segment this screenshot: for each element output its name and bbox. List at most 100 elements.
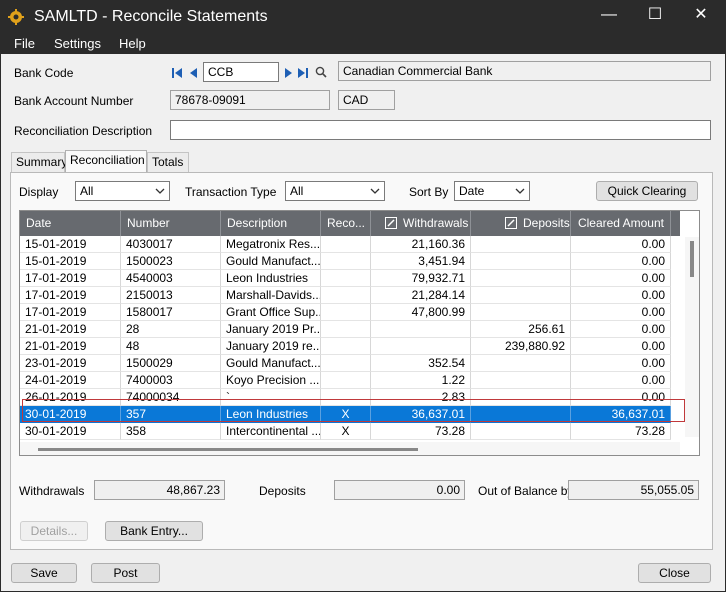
cell-deposits[interactable]: 256.61	[471, 321, 571, 338]
menu-help[interactable]: Help	[119, 36, 146, 51]
last-record-icon[interactable]	[298, 66, 308, 80]
display-select[interactable]: All	[75, 181, 170, 201]
cell-description[interactable]: Gould Manufact...	[221, 355, 321, 372]
cell-description[interactable]: Grant Office Sup...	[221, 304, 321, 321]
cell-cleared-amount[interactable]: 73.28	[571, 423, 671, 440]
horizontal-scrollbar[interactable]	[20, 442, 680, 455]
cell-withdrawals[interactable]: 73.28	[371, 423, 471, 440]
table-row[interactable]: 21-01-2019 28 January 2019 Pr... 256.61 0.00	[20, 321, 680, 338]
cell-date[interactable]: 17-01-2019	[20, 270, 121, 287]
cell-deposits[interactable]	[471, 355, 571, 372]
cell-deposits[interactable]	[471, 372, 571, 389]
cell-number[interactable]: 1500023	[121, 253, 221, 270]
cell-cleared-amount[interactable]: 0.00	[571, 338, 671, 355]
cell-withdrawals[interactable]: 1.22	[371, 372, 471, 389]
cell-deposits[interactable]	[471, 253, 571, 270]
table-row[interactable]: 23-01-2019 1500029 Gould Manufact... 352.54…	[20, 355, 680, 372]
table-row[interactable]: 17-01-2019 1580017 Grant Office Sup... 47,8…	[20, 304, 680, 321]
cell-date[interactable]: 21-01-2019	[20, 321, 121, 338]
vertical-scroll-thumb[interactable]	[690, 241, 694, 277]
quick-clearing-button[interactable]: Quick Clearing	[596, 181, 698, 201]
cell-withdrawals[interactable]: 47,800.99	[371, 304, 471, 321]
cell-cleared-amount[interactable]: 0.00	[571, 355, 671, 372]
cell-date[interactable]: 24-01-2019	[20, 372, 121, 389]
horizontal-scroll-thumb[interactable]	[38, 448, 418, 451]
menu-settings[interactable]: Settings	[54, 36, 101, 51]
column-header-date[interactable]: Date	[20, 211, 121, 236]
column-header-deposits[interactable]: Deposits	[471, 211, 571, 236]
cell-number[interactable]: 4030017	[121, 236, 221, 253]
edit-column-icon[interactable]	[505, 217, 517, 229]
table-row[interactable]: 17-01-2019 2150013 Marshall-Davids... 21,28…	[20, 287, 680, 304]
cell-description[interactable]: Marshall-Davids...	[221, 287, 321, 304]
cell-date[interactable]: 15-01-2019	[20, 253, 121, 270]
cell-number[interactable]: 2150013	[121, 287, 221, 304]
cell-number[interactable]: 48	[121, 338, 221, 355]
table-row[interactable]: 24-01-2019 7400003 Koyo Precision ... 1.22 0…	[20, 372, 680, 389]
table-row[interactable]: 15-01-2019 4030017 Megatronix Res... 21,160…	[20, 236, 680, 253]
post-button[interactable]: Post	[91, 563, 160, 583]
reconciliation-description-input[interactable]	[170, 120, 711, 140]
cell-reconciled[interactable]	[321, 304, 371, 321]
cell-reconciled[interactable]	[321, 372, 371, 389]
cell-description[interactable]: Koyo Precision ...	[221, 372, 321, 389]
table-row[interactable]: 30-01-2019 358 Intercontinental ... X 73.28 7…	[20, 423, 680, 440]
first-record-icon[interactable]	[172, 66, 182, 80]
column-header-description[interactable]: Description	[221, 211, 321, 236]
cell-number[interactable]: 28	[121, 321, 221, 338]
cell-withdrawals[interactable]: 21,160.36	[371, 236, 471, 253]
cell-description[interactable]: Gould Manufact...	[221, 253, 321, 270]
cell-number[interactable]: 7400003	[121, 372, 221, 389]
cell-date[interactable]: 17-01-2019	[20, 304, 121, 321]
cell-description[interactable]: January 2019 re...	[221, 338, 321, 355]
cell-reconciled[interactable]: X	[321, 423, 371, 440]
menu-file[interactable]: File	[14, 36, 35, 51]
column-header-reconciled[interactable]: Reco...	[321, 211, 371, 236]
bank-code-input[interactable]: CCB	[203, 62, 279, 82]
cell-date[interactable]: 17-01-2019	[20, 287, 121, 304]
cell-reconciled[interactable]	[321, 321, 371, 338]
table-row[interactable]: 17-01-2019 4540003 Leon Industries 79,932.7…	[20, 270, 680, 287]
cell-reconciled[interactable]	[321, 253, 371, 270]
cell-deposits[interactable]	[471, 423, 571, 440]
cell-reconciled[interactable]	[321, 236, 371, 253]
cell-cleared-amount[interactable]: 0.00	[571, 253, 671, 270]
cell-date[interactable]: 23-01-2019	[20, 355, 121, 372]
cell-reconciled[interactable]	[321, 338, 371, 355]
cell-reconciled[interactable]	[321, 287, 371, 304]
cell-reconciled[interactable]	[321, 355, 371, 372]
transaction-type-select[interactable]: All	[285, 181, 385, 201]
search-icon[interactable]	[315, 65, 327, 79]
tab-summary[interactable]: Summary	[11, 152, 67, 172]
cell-number[interactable]: 358	[121, 423, 221, 440]
tab-reconciliation[interactable]: Reconciliation	[65, 150, 147, 173]
cell-withdrawals[interactable]: 352.54	[371, 355, 471, 372]
bank-entry-button[interactable]: Bank Entry...	[105, 521, 203, 541]
cell-withdrawals[interactable]: 21,284.14	[371, 287, 471, 304]
details-button[interactable]: Details...	[20, 521, 88, 541]
cell-withdrawals[interactable]	[371, 338, 471, 355]
cell-number[interactable]: 1500029	[121, 355, 221, 372]
vertical-scrollbar[interactable]	[685, 237, 699, 437]
cell-deposits[interactable]	[471, 287, 571, 304]
cell-withdrawals[interactable]: 3,451.94	[371, 253, 471, 270]
cell-date[interactable]: 15-01-2019	[20, 236, 121, 253]
cell-cleared-amount[interactable]: 0.00	[571, 236, 671, 253]
cell-deposits[interactable]	[471, 270, 571, 287]
cell-number[interactable]: 1580017	[121, 304, 221, 321]
cell-cleared-amount[interactable]: 0.00	[571, 287, 671, 304]
table-row[interactable]: 15-01-2019 1500023 Gould Manufact... 3,451.…	[20, 253, 680, 270]
cell-cleared-amount[interactable]: 0.00	[571, 321, 671, 338]
tab-totals[interactable]: Totals	[147, 152, 189, 172]
close-button[interactable]: Close	[638, 563, 711, 583]
cell-cleared-amount[interactable]: 0.00	[571, 372, 671, 389]
maximize-icon[interactable]: ☐	[632, 0, 678, 32]
cell-cleared-amount[interactable]: 0.00	[571, 304, 671, 321]
close-window-icon[interactable]: ✕	[678, 0, 724, 32]
cell-cleared-amount[interactable]: 0.00	[571, 270, 671, 287]
column-header-cleared-amount[interactable]: Cleared Amount	[571, 211, 671, 236]
cell-deposits[interactable]: 239,880.92	[471, 338, 571, 355]
edit-column-icon[interactable]	[385, 217, 397, 229]
save-button[interactable]: Save	[11, 563, 77, 583]
cell-description[interactable]: January 2019 Pr...	[221, 321, 321, 338]
